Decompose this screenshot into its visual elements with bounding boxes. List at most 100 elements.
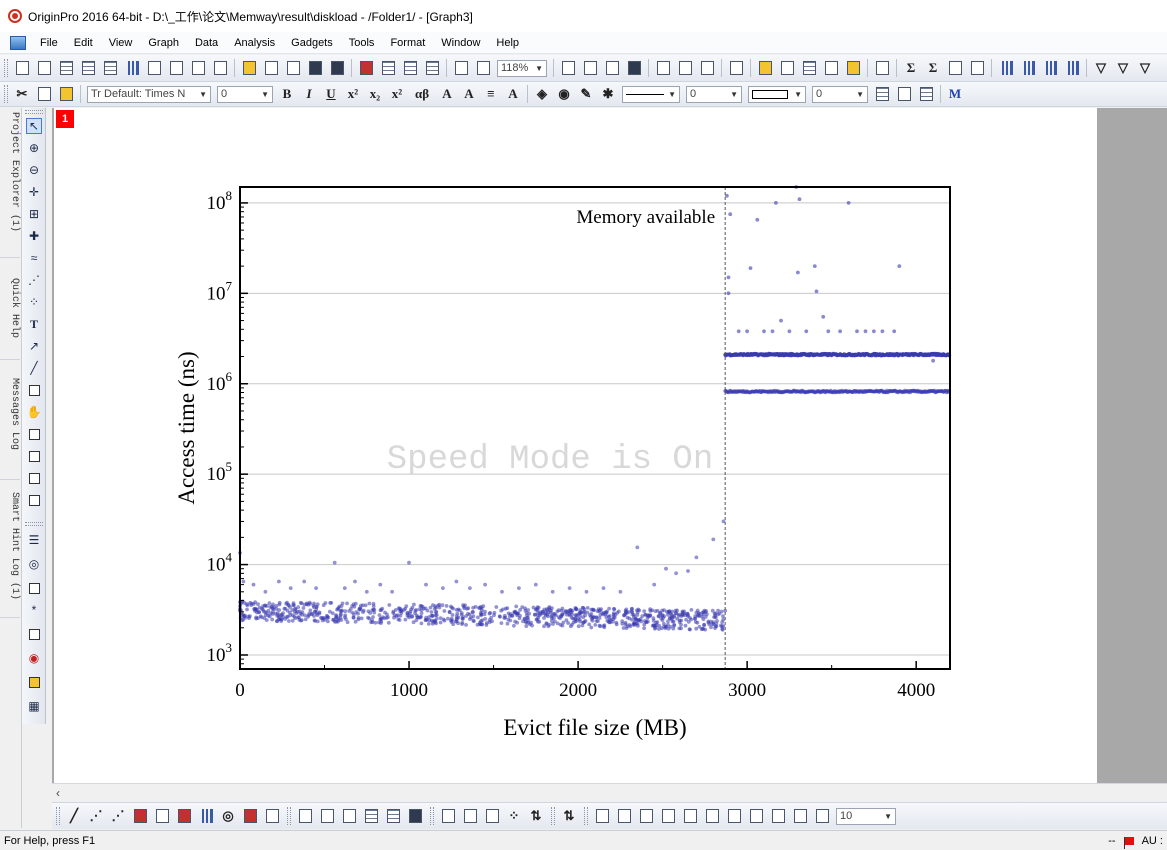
- stacked-plot-button[interactable]: [1019, 59, 1037, 77]
- origin-app-icon[interactable]: [8, 9, 22, 23]
- open-excel-button[interactable]: [284, 59, 302, 77]
- statistics-on-columns-button[interactable]: Σ: [902, 59, 920, 77]
- pan-tool[interactable]: ✋: [26, 404, 42, 420]
- mask-button[interactable]: [439, 807, 457, 825]
- recalculate-button[interactable]: [452, 59, 470, 77]
- options-button[interactable]: [844, 59, 862, 77]
- toolbar-grip[interactable]: [25, 522, 43, 526]
- underline-button[interactable]: U: [322, 85, 340, 103]
- text-tool[interactable]: T: [26, 316, 42, 332]
- tab-messages-log[interactable]: Messages Log: [0, 374, 20, 480]
- remove-filter-button[interactable]: ▽: [1114, 59, 1132, 77]
- toolbar-grip[interactable]: [4, 59, 8, 77]
- hide-mask-button[interactable]: ⁘: [505, 807, 523, 825]
- toolbar-grip[interactable]: [4, 85, 8, 103]
- group-button[interactable]: [725, 807, 743, 825]
- line-symbol-button[interactable]: ⋰: [109, 807, 127, 825]
- box-chart-button[interactable]: [175, 807, 193, 825]
- menu-analysis[interactable]: Analysis: [226, 33, 283, 53]
- find-button[interactable]: [778, 59, 796, 77]
- zoom-out-tool[interactable]: ⊖: [26, 162, 42, 178]
- new-function-button[interactable]: [145, 59, 163, 77]
- stock-button[interactable]: [241, 807, 259, 825]
- toolbar-grip[interactable]: [584, 807, 588, 825]
- menu-tools[interactable]: Tools: [341, 33, 383, 53]
- reapply-filter-button[interactable]: ▽: [1136, 59, 1154, 77]
- circle-tool[interactable]: ◎: [26, 556, 42, 572]
- batch-button[interactable]: [474, 59, 492, 77]
- align-left-button[interactable]: [593, 807, 611, 825]
- 3d-surface-button[interactable]: [296, 807, 314, 825]
- project-explorer-button[interactable]: [727, 59, 745, 77]
- new-folder-button[interactable]: [35, 59, 53, 77]
- rotation-select[interactable]: 10 ▼: [836, 807, 896, 825]
- reports-button[interactable]: [800, 59, 818, 77]
- increase-font-button[interactable]: A: [438, 85, 456, 103]
- graph-window-icon[interactable]: [10, 35, 26, 50]
- import-wizard-button[interactable]: [357, 59, 375, 77]
- font-size-select[interactable]: 0 ▼: [217, 85, 273, 103]
- flag-icon[interactable]: [1123, 836, 1134, 849]
- plot-order-button[interactable]: ⇅: [560, 807, 578, 825]
- border-style-select[interactable]: ▼: [748, 85, 806, 103]
- legend-tool[interactable]: [26, 580, 42, 596]
- pattern-fill-button[interactable]: [873, 85, 891, 103]
- 3d-ribbon-button[interactable]: [384, 807, 402, 825]
- align-bottom-button[interactable]: [659, 807, 677, 825]
- line-plot-button[interactable]: ╱: [65, 807, 83, 825]
- menu-gadgets[interactable]: Gadgets: [283, 33, 341, 53]
- supersubscript-button[interactable]: x²: [388, 85, 406, 103]
- subscript-button[interactable]: x₂: [366, 85, 384, 103]
- refresh-button[interactable]: [581, 59, 599, 77]
- graph-object-tool[interactable]: [26, 448, 42, 464]
- align-right-button[interactable]: [615, 807, 633, 825]
- add-text-button[interactable]: [756, 59, 774, 77]
- zoom-in-tool[interactable]: ⊕: [26, 140, 42, 156]
- data-reader-tool[interactable]: ⊞: [26, 206, 42, 222]
- draw-data-tool[interactable]: ≈: [26, 250, 42, 266]
- menu-edit[interactable]: Edit: [66, 33, 101, 53]
- open-template-button[interactable]: [262, 59, 280, 77]
- layer-tool[interactable]: [26, 470, 42, 486]
- 3d-color-map-button[interactable]: [406, 807, 424, 825]
- cut-button[interactable]: ✂: [13, 85, 31, 103]
- area-button[interactable]: [197, 807, 215, 825]
- set-values-button[interactable]: [968, 59, 986, 77]
- superscript-button[interactable]: x²: [344, 85, 362, 103]
- menu-graph[interactable]: Graph: [140, 33, 187, 53]
- bring-front-button[interactable]: [681, 807, 699, 825]
- line-style-select[interactable]: ▼: [622, 85, 680, 103]
- duplicate-button[interactable]: [603, 59, 621, 77]
- note-tool[interactable]: [26, 674, 42, 690]
- contour-button[interactable]: [153, 807, 171, 825]
- italic-button[interactable]: I: [300, 85, 318, 103]
- column-button[interactable]: [131, 807, 149, 825]
- rectangle-tool[interactable]: [26, 382, 42, 398]
- line-width-select[interactable]: 0 ▼: [686, 85, 742, 103]
- pattern-button[interactable]: ◉: [555, 85, 573, 103]
- polar-button[interactable]: ◎: [219, 807, 237, 825]
- layout-tool[interactable]: ☰: [26, 532, 42, 548]
- import-excel-button[interactable]: [423, 59, 441, 77]
- new-graph-button[interactable]: [123, 59, 141, 77]
- horizontal-scrollbar[interactable]: ‹: [52, 783, 1167, 801]
- tab-quick-help[interactable]: Quick Help: [0, 274, 20, 360]
- ungroup-button[interactable]: [747, 807, 765, 825]
- import-ascii-button[interactable]: [379, 59, 397, 77]
- 3d-wire-button[interactable]: [318, 807, 336, 825]
- filter-button[interactable]: ▽: [1092, 59, 1110, 77]
- grid-tool[interactable]: ▦: [26, 698, 42, 714]
- 3d-bars-button[interactable]: [362, 807, 380, 825]
- align-button[interactable]: ≡: [482, 85, 500, 103]
- command-window-button[interactable]: [676, 59, 694, 77]
- border-width-select[interactable]: 0 ▼: [812, 85, 868, 103]
- new-workbook-button[interactable]: [57, 59, 75, 77]
- font-select[interactable]: Tr Default: Times N ▼: [87, 85, 211, 103]
- equation-tool[interactable]: [26, 426, 42, 442]
- stack-tool[interactable]: [26, 492, 42, 508]
- rotate-button[interactable]: [769, 807, 787, 825]
- 3d-scatter-button[interactable]: [340, 807, 358, 825]
- add-column-button[interactable]: [873, 59, 891, 77]
- new-matrix-button[interactable]: [101, 59, 119, 77]
- symbol-button[interactable]: ✱: [599, 85, 617, 103]
